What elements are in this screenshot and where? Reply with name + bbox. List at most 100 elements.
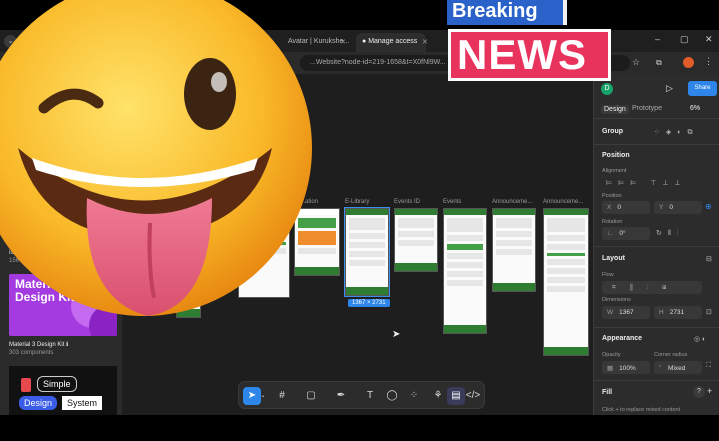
maximize-icon[interactable]: ▢ <box>680 34 689 45</box>
alignment-label: Alignment <box>602 168 627 174</box>
frame-label: Events ID <box>394 199 421 205</box>
material-3-count: 303 components <box>9 350 54 356</box>
comment-icon[interactable]: ◯ <box>383 387 401 405</box>
design-word: Design <box>19 396 58 410</box>
selection-size-badge: 1367 × 2731 <box>348 299 390 307</box>
screen: ⌄ Avatar | Kurukshe... ✕ ● Manage access… <box>0 0 719 441</box>
alignment-icons[interactable]: ⊨⊨⊨ ⊤⊥⊥ <box>606 179 687 187</box>
x-field[interactable]: X0 <box>602 201 650 214</box>
width-field[interactable]: W 1367 <box>602 306 650 319</box>
design-frame[interactable] <box>443 208 487 334</box>
simple-word: Simple <box>37 376 77 392</box>
y-field[interactable]: Y0 <box>654 201 702 214</box>
pen-icon[interactable]: ✒ <box>332 387 350 405</box>
properties-panel: D ▷ Share Design Prototype 6% Group ⁘◈◐⧉… <box>593 74 719 415</box>
bottom-black-bar <box>0 415 719 441</box>
flow-options[interactable]: ⌗⫼⫶⊞ <box>602 281 702 294</box>
position-title: Position <box>602 152 630 159</box>
design-frame[interactable] <box>492 208 536 292</box>
figma-logo-icon <box>21 378 31 392</box>
visibility-icon[interactable]: ◎ ◐ <box>694 335 706 343</box>
separator <box>594 144 719 145</box>
corner-radius-field[interactable]: ⌜ Mixed <box>654 361 702 374</box>
design-frame[interactable] <box>394 208 438 272</box>
open-eye <box>184 58 236 130</box>
shape-icon[interactable]: ▢ <box>302 387 320 405</box>
add-fill-icon[interactable]: + <box>707 386 712 396</box>
independent-corners-icon[interactable]: ⛶ <box>706 362 711 370</box>
frame-label: E-Library <box>345 199 370 205</box>
y-value: 0 <box>669 204 673 211</box>
layout-title: Layout <box>602 255 625 262</box>
flip-icons[interactable]: ↻⫴⫶ <box>656 229 685 238</box>
group-actions-icons[interactable]: ⁘◈◐⧉ <box>654 128 698 137</box>
rotation-field[interactable]: ∟ 0° <box>602 227 650 240</box>
opacity-label: Opacity <box>602 352 621 358</box>
mouse-cursor-icon: ➤ <box>392 329 401 340</box>
minimize-icon[interactable]: – <box>655 34 660 44</box>
design-frame[interactable] <box>543 208 589 356</box>
component-icon[interactable]: ⁘ <box>405 387 423 405</box>
separator <box>594 327 719 328</box>
tab-design[interactable]: Design <box>601 105 629 114</box>
simple-design-system-thumbnail[interactable]: Simple Design System <box>9 366 117 415</box>
w-key: W <box>607 309 614 316</box>
actions-icon[interactable]: ⚘ <box>429 387 447 405</box>
zoom-level[interactable]: 6% <box>690 105 700 112</box>
layout-toggle-icon[interactable]: ⊟ <box>706 255 712 263</box>
group-label[interactable]: Group <box>602 128 623 135</box>
bookmark-star-icon[interactable]: ☆ <box>632 57 640 68</box>
dev-mode-icon[interactable]: ▤ <box>447 387 465 405</box>
frame-label: Events <box>443 199 462 205</box>
corner-radius-value: Mixed <box>668 365 686 372</box>
x-value: 0 <box>617 204 621 211</box>
play-icon[interactable]: ▷ <box>666 83 673 94</box>
corner-icon: ⌜ <box>659 365 663 372</box>
tab-manage-access-label: Manage access <box>368 38 418 45</box>
profile-avatar[interactable] <box>683 57 694 68</box>
selection-box[interactable] <box>344 207 390 297</box>
opacity-value: 100% <box>619 365 636 372</box>
system-word: System <box>62 396 103 410</box>
appearance-title: Appearance <box>602 335 643 342</box>
close-tab-icon[interactable]: ✕ <box>422 38 428 46</box>
y-key: Y <box>659 204 664 211</box>
browser-menu-icon[interactable]: ⋮ <box>704 56 713 67</box>
canvas-toolbar: ➤ ⌄ # ▢ ✒ T ◯ ⁘ ⚘ ▤ </> <box>238 381 485 409</box>
fill-hint: Click + to replace mixed content <box>602 407 681 413</box>
breaking-banner: Breaking <box>447 0 567 25</box>
fill-title: Fill <box>602 389 613 396</box>
position-label: Position <box>602 193 622 199</box>
rotation-value: 0° <box>619 230 626 237</box>
chevron-down-icon[interactable]: ⌄ <box>259 387 267 405</box>
eye-highlight <box>211 72 227 92</box>
close-window-icon[interactable]: ✕ <box>705 34 713 45</box>
separator <box>594 246 719 247</box>
rotation-label: Rotation <box>602 219 623 225</box>
code-icon[interactable]: </> <box>464 387 482 405</box>
frame-label: Announceme... <box>492 199 533 205</box>
x-key: X <box>607 204 612 211</box>
frame-icon[interactable]: # <box>273 387 291 405</box>
text-icon[interactable]: T <box>361 387 379 405</box>
h-key: H <box>659 309 664 316</box>
share-button[interactable]: Share <box>688 81 717 96</box>
corner-radius-label: Corner radius <box>654 352 688 358</box>
frame-label: Announceme... <box>543 199 584 205</box>
tab-manage-access[interactable]: ● Manage access <box>356 33 426 52</box>
opacity-field[interactable]: ▦ 100% <box>602 361 650 374</box>
extensions-icon[interactable]: ⧉ <box>656 58 662 68</box>
dimensions-label: Dimensions <box>602 297 631 303</box>
clip-content-icon[interactable]: ⊡ <box>706 308 712 316</box>
constraints-icon[interactable]: ⊕ <box>705 202 712 211</box>
rotation-icon: ∟ <box>607 230 614 237</box>
w-value: 1367 <box>619 309 634 316</box>
help-icon[interactable]: ? <box>693 386 705 398</box>
tab-prototype[interactable]: Prototype <box>632 105 662 112</box>
github-icon: ● <box>362 38 367 45</box>
h-value: 2731 <box>669 309 685 316</box>
close-tab-icon[interactable]: ✕ <box>340 38 346 46</box>
height-field[interactable]: H 2731 <box>654 306 702 319</box>
user-avatar[interactable]: D <box>601 83 613 95</box>
wink-tongue-emoji <box>0 0 312 316</box>
